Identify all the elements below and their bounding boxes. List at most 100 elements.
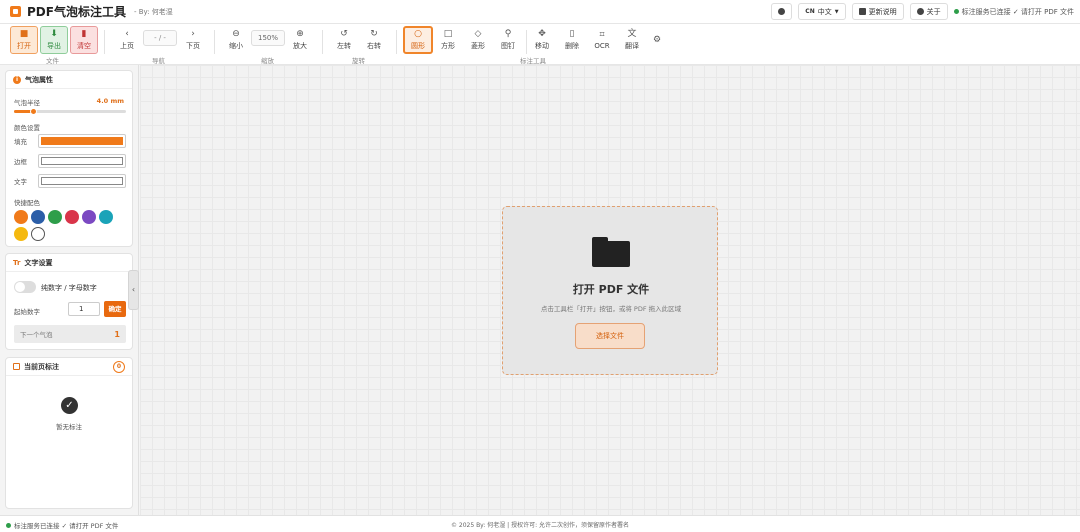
service-status-text: 标注服务已连接 ✓ 请打开 PDF 文件 [961, 7, 1074, 16]
tool-square-button[interactable]: □ 方形 [436, 26, 460, 54]
color-settings-label: 颜色设置 [14, 124, 40, 132]
tool-move-button[interactable]: ✥ 移动 [530, 26, 554, 54]
changelog-button[interactable]: 更新说明 [851, 3, 904, 20]
calendar-icon [13, 363, 20, 370]
fill-color-swatch [40, 137, 123, 145]
changelog-label: 更新说明 [868, 7, 897, 16]
page-indicator[interactable]: - / - [143, 30, 177, 46]
tool-pin-button[interactable]: ⚲ 图钉 [496, 26, 520, 54]
pdf-canvas-area[interactable]: 打开 PDF 文件 点击工具栏「打开」按钮，或将 PDF 拖入此区域 选择文件 [140, 65, 1080, 515]
fill-color-row: 填充 [14, 134, 126, 148]
tool-delete-button[interactable]: ▯ 删除 [560, 26, 584, 54]
tool-circle-label: 圆形 [411, 41, 425, 50]
text-color-swatch [40, 177, 123, 185]
text-settings-header: Tr 文字设置 [6, 254, 132, 272]
next-page-button[interactable]: › 下页 [180, 26, 206, 54]
circle-icon: ○ [414, 28, 422, 39]
choose-file-button[interactable]: 选择文件 [575, 323, 645, 349]
palette-swatch-blue[interactable] [31, 210, 45, 224]
rotate-right-button[interactable]: ↻ 右转 [362, 26, 386, 54]
footer-copyright: © 2025 By: 何老湿 | 授权许可: 允许二次创作，须保留原作者署名 [450, 522, 629, 529]
divider [526, 30, 527, 54]
tool-ocr-button[interactable]: ⌗ OCR [590, 26, 614, 54]
tool-diamond-button[interactable]: ◇ 菱形 [466, 26, 490, 54]
palette-swatch-purple[interactable] [82, 210, 96, 224]
rotate-left-icon: ↺ [340, 28, 348, 39]
document-icon [858, 8, 866, 15]
scan-icon: ⌗ [599, 29, 605, 40]
start-number-input[interactable]: 1 [68, 302, 100, 316]
info-icon: i [13, 75, 21, 84]
chevron-down-icon: ▼ [834, 8, 839, 15]
group-label-file: 文件 [46, 57, 59, 65]
info-icon [916, 8, 924, 15]
pdf-drop-zone[interactable]: 打开 PDF 文件 点击工具栏「打开」按钮，或将 PDF 拖入此区域 选择文件 [502, 206, 718, 375]
palette-swatch-teal[interactable] [99, 210, 113, 224]
text-settings-icon: Tr [13, 258, 21, 267]
settings-button[interactable]: ⚙ [648, 26, 666, 54]
language-select[interactable]: CN 中文 ▼ [798, 3, 846, 20]
empty-annotations-text: 暂无标注 [56, 423, 82, 431]
start-number-label: 起始数字 [14, 308, 40, 316]
open-button[interactable]: ■ 打开 [10, 26, 38, 54]
tool-move-label: 移动 [535, 41, 549, 50]
palette-swatch-green[interactable] [48, 210, 62, 224]
tool-square-label: 方形 [441, 41, 455, 50]
status-footer: 标注服务已连接 ✓ 请打开 PDF 文件 © 2025 By: 何老湿 | 授权… [0, 515, 1080, 532]
zoom-out-label: 缩小 [229, 41, 243, 50]
tool-translate-label: 翻译 [625, 41, 639, 50]
radius-slider-handle[interactable] [30, 108, 38, 115]
palette-swatch-orange[interactable] [14, 210, 28, 224]
divider [104, 30, 105, 54]
tool-circle-button[interactable]: ○ 圆形 [403, 26, 433, 54]
tool-pin-label: 图钉 [501, 41, 515, 50]
zoom-level[interactable]: 150% [251, 30, 285, 46]
bubble-properties-panel: i 气泡属性 气泡半径 4.0 mm 颜色设置 填充 边框 文字 快捷配色 [5, 70, 133, 247]
bubble-properties-header: i 气泡属性 [6, 71, 132, 89]
export-label: 导出 [47, 41, 61, 50]
numbering-mode-toggle[interactable] [14, 281, 36, 293]
text-color-picker[interactable] [37, 174, 126, 188]
moon-icon [778, 8, 786, 15]
app-title: PDF气泡标注工具 [27, 5, 126, 19]
prev-page-button[interactable]: ‹ 上页 [114, 26, 140, 54]
export-button[interactable]: ⬇ 导出 [40, 26, 68, 54]
bubble-properties-title: 气泡属性 [25, 75, 53, 84]
divider [322, 30, 323, 54]
radius-label: 气泡半径 [14, 99, 40, 107]
drop-zone-title: 打开 PDF 文件 [572, 283, 650, 296]
prev-page-label: 上页 [120, 41, 134, 50]
fill-color-picker[interactable] [37, 134, 126, 148]
border-color-label: 边框 [14, 158, 27, 166]
next-bubble-bar: 下一个气泡 1 [14, 325, 126, 343]
zoom-in-button[interactable]: ⊕ 放大 [288, 26, 312, 54]
palette-swatch-white[interactable] [31, 227, 45, 241]
zoom-out-button[interactable]: ⊖ 缩小 [224, 26, 248, 54]
app-logo-icon [10, 6, 21, 17]
zoom-out-icon: ⊖ [232, 28, 240, 39]
language-label: 中文 [817, 7, 832, 16]
theme-toggle-button[interactable] [771, 3, 793, 20]
check-circle-icon: ✓ [61, 397, 78, 414]
tool-translate-button[interactable]: 文 翻译 [620, 26, 644, 54]
rotate-left-label: 左转 [337, 41, 351, 50]
translate-icon: 文 [627, 28, 637, 39]
palette-swatch-red[interactable] [65, 210, 79, 224]
group-label-rotate: 旋转 [352, 57, 365, 65]
palette-swatch-yellow[interactable] [14, 227, 28, 241]
fill-color-label: 填充 [14, 138, 27, 146]
about-button[interactable]: 关于 [909, 3, 948, 20]
rotate-left-button[interactable]: ↺ 左转 [332, 26, 356, 54]
tool-delete-label: 删除 [565, 41, 579, 50]
text-settings-panel: Tr 文字设置 纯数字 / 字母数字 起始数字 1 确定 下一个气泡 1 [5, 253, 133, 350]
trash-icon: ▮ [81, 28, 87, 39]
next-page-label: 下页 [186, 41, 200, 50]
radius-slider[interactable] [14, 108, 126, 115]
border-color-picker[interactable] [37, 154, 126, 168]
zoom-in-icon: ⊕ [296, 28, 304, 39]
collapse-sidebar-button[interactable]: ‹ [128, 270, 139, 310]
text-color-label: 文字 [14, 178, 27, 186]
group-label-zoom: 缩放 [261, 57, 274, 65]
confirm-button[interactable]: 确定 [104, 301, 126, 317]
clear-button[interactable]: ▮ 清空 [70, 26, 98, 54]
